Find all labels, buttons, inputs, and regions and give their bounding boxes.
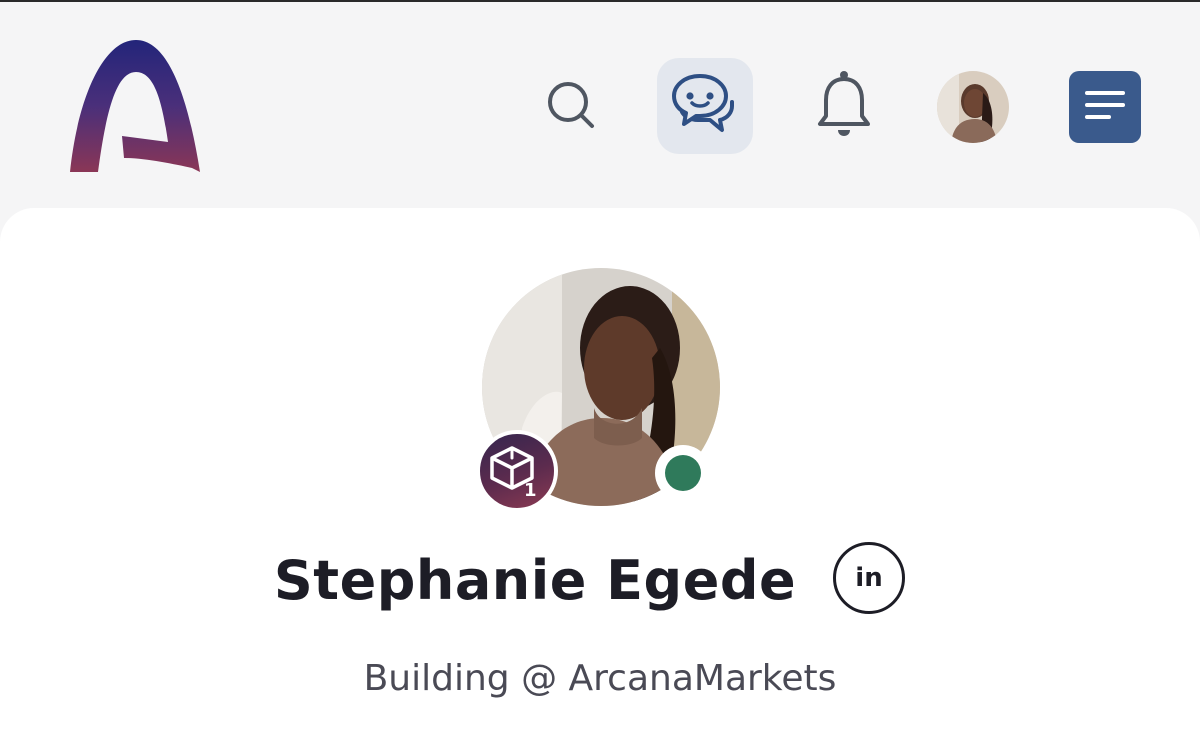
bell-icon xyxy=(816,68,872,144)
profile-name: Stephanie Egede xyxy=(273,548,797,612)
notifications-button[interactable] xyxy=(808,66,880,146)
menu-button[interactable] xyxy=(1069,71,1141,143)
search-icon xyxy=(545,79,597,135)
menu-lines-icon xyxy=(1083,87,1127,127)
arcana-logo[interactable] xyxy=(64,36,206,178)
online-status-indicator xyxy=(655,445,711,501)
chat-bubbles-icon xyxy=(670,72,740,140)
search-button[interactable] xyxy=(536,72,606,142)
online-status-dot xyxy=(665,455,701,491)
user-avatar-button[interactable] xyxy=(937,71,1009,143)
profile-page: 1 Stephanie Egede in Building @ ArcanaMa… xyxy=(0,0,1200,756)
linkedin-button[interactable]: in xyxy=(833,542,905,614)
level-badge[interactable]: 1 xyxy=(476,430,558,512)
messages-button[interactable] xyxy=(657,58,753,154)
top-nav xyxy=(0,2,1200,208)
level-badge-number: 1 xyxy=(524,480,537,500)
avatar-photo xyxy=(937,71,1009,143)
cube-icon: 1 xyxy=(490,446,537,500)
profile-tagline: Building @ ArcanaMarkets xyxy=(363,657,837,699)
